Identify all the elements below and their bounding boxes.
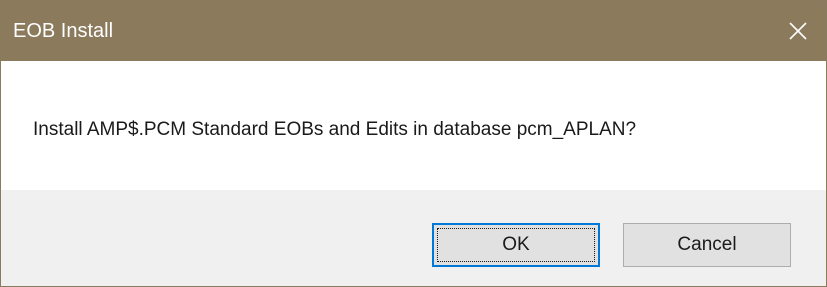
window-title: EOB Install [13, 20, 114, 42]
cancel-button[interactable]: Cancel [623, 223, 791, 267]
close-icon [789, 22, 807, 40]
title-bar[interactable]: EOB Install [1, 1, 826, 61]
button-bar: OK Cancel [1, 190, 826, 286]
dialog-window: EOB Install Install AMP$.PCM Standard EO… [0, 0, 827, 287]
ok-button[interactable]: OK [432, 223, 600, 267]
dialog-content: Install AMP$.PCM Standard EOBs and Edits… [1, 61, 826, 190]
close-button[interactable] [770, 1, 826, 61]
dialog-message: Install AMP$.PCM Standard EOBs and Edits… [33, 119, 637, 140]
cancel-button-label: Cancel [677, 234, 737, 255]
focus-ring [437, 228, 595, 262]
